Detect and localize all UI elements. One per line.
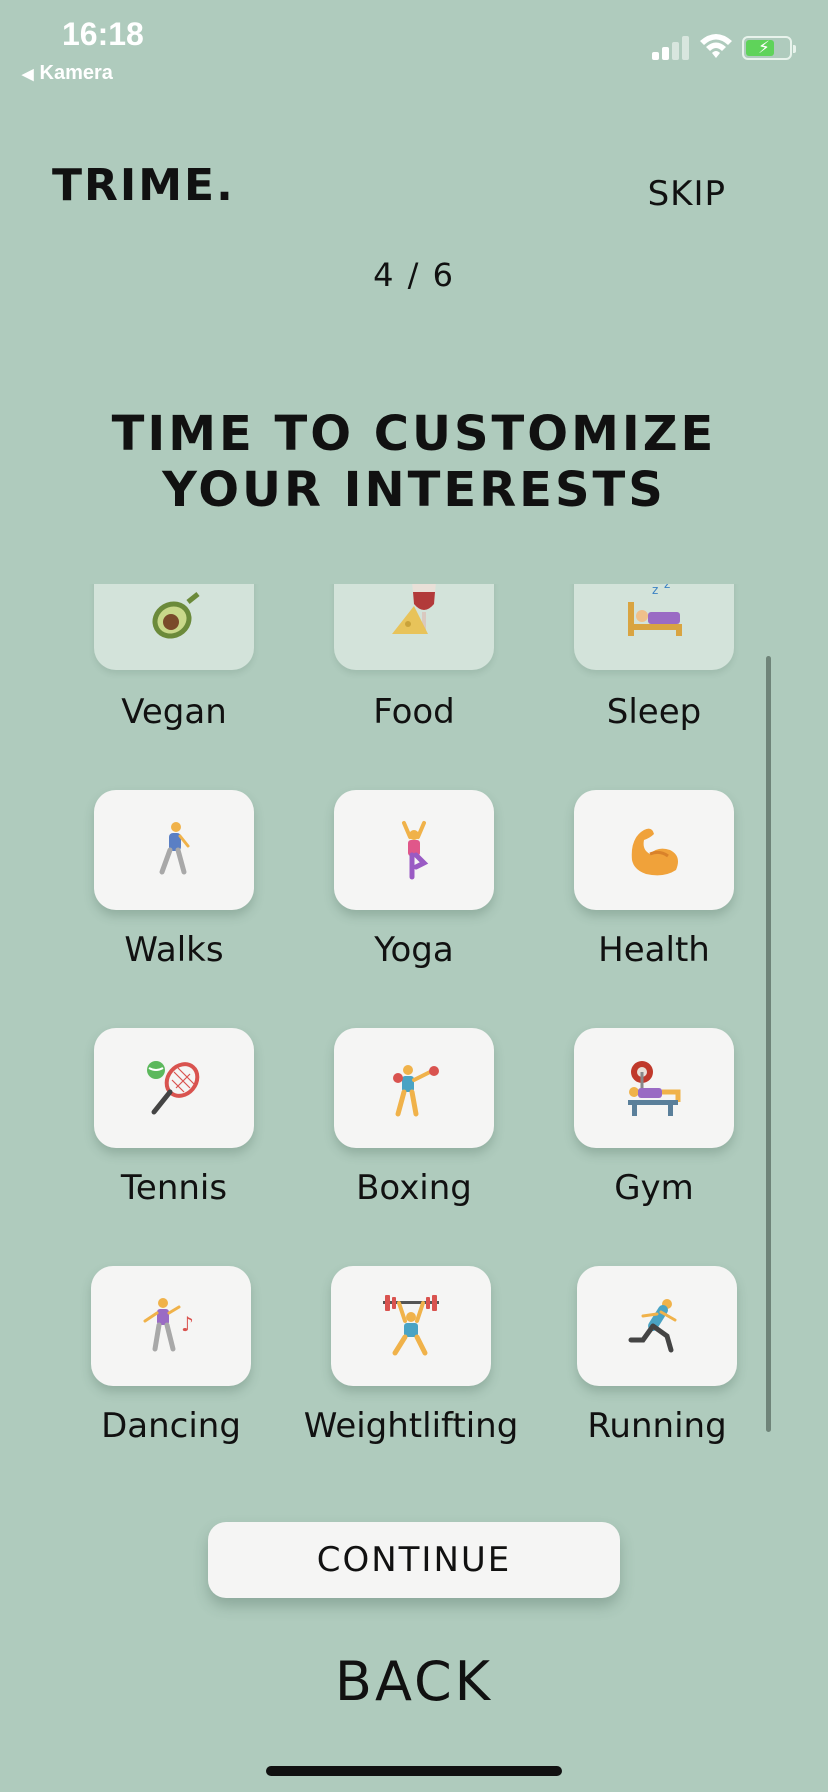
interest-label-vegan: Vegan [121, 692, 227, 732]
continue-button[interactable]: CONTINUE [208, 1522, 620, 1598]
boxer-icon [393, 1065, 439, 1117]
status-time: 16:18 [62, 16, 144, 52]
page-title-line2: YOUR INTERESTS [162, 462, 666, 518]
page-title-line1: TIME TO CUSTOMIZE [111, 406, 717, 462]
interest-tile-food[interactable] [334, 584, 494, 670]
wine-cheese-icon [392, 584, 436, 634]
weightlifter-icon [383, 1295, 439, 1356]
runner-icon [628, 1299, 677, 1353]
interest-label-weightlifting: Weightlifting [303, 1406, 519, 1446]
home-indicator[interactable] [266, 1766, 562, 1776]
walking-person-icon [159, 822, 190, 875]
interest-label-dancing: Dancing [101, 1406, 241, 1446]
svg-text:z: z [664, 584, 670, 591]
svg-text:♪: ♪ [181, 1312, 194, 1336]
flexed-bicep-icon [631, 828, 678, 876]
interest-tile-sleep[interactable]: z z [574, 584, 734, 670]
trime-logo: TRIME. [52, 160, 235, 211]
bench-press-icon [628, 1061, 681, 1116]
interest-tile-health[interactable] [574, 790, 734, 910]
interest-tile-running[interactable] [577, 1266, 737, 1386]
back-triangle-icon: ◀ [22, 66, 34, 83]
back-app-label: Kamera [39, 62, 113, 84]
yoga-pose-icon [402, 821, 429, 880]
interest-tile-vegan[interactable] [94, 584, 254, 670]
interest-label-tennis: Tennis [120, 1168, 228, 1208]
interest-label-running: Running [587, 1406, 727, 1446]
interest-tile-boxing[interactable] [334, 1028, 494, 1148]
interest-tile-dancing[interactable]: ♪ [91, 1266, 251, 1386]
interest-label-health: Health [598, 930, 710, 970]
avocado-icon [152, 592, 200, 639]
interest-tile-walks[interactable] [94, 790, 254, 910]
svg-text:z: z [652, 584, 658, 597]
bed-sleep-icon: z z [628, 584, 682, 636]
interest-label-yoga: Yoga [374, 930, 454, 970]
interest-label-gym: Gym [614, 1168, 694, 1208]
cellular-signal-icon [652, 34, 692, 60]
back-to-app-link[interactable]: ◀ Kamera [22, 62, 113, 85]
interest-tile-yoga[interactable] [334, 790, 494, 910]
back-button[interactable]: BACK [0, 1650, 828, 1713]
interest-label-sleep: Sleep [606, 692, 702, 732]
battery-icon: ⚡ [742, 36, 796, 60]
tennis-racket-icon [147, 1061, 200, 1115]
interest-tile-weightlifting[interactable] [331, 1266, 491, 1386]
interest-tile-tennis[interactable] [94, 1028, 254, 1148]
skip-button[interactable]: SKIP [648, 174, 726, 214]
interest-label-food: Food [373, 692, 455, 732]
dancer-icon: ♪ [143, 1298, 194, 1352]
interest-label-boxing: Boxing [356, 1168, 472, 1208]
step-indicator: 4 / 6 [373, 256, 455, 294]
interest-label-walks: Walks [124, 930, 224, 970]
interest-tile-gym[interactable] [574, 1028, 734, 1148]
status-bar: 16:18 ◀ Kamera ⚡ [0, 0, 828, 90]
interests-grid[interactable]: Vegan Food z z Sleep Walks Yoga Health T… [0, 584, 828, 1460]
grid-scrollbar[interactable] [766, 656, 771, 1432]
wifi-icon [700, 34, 732, 58]
page-title: TIME TO CUSTOMIZE YOUR INTERESTS [0, 406, 828, 518]
